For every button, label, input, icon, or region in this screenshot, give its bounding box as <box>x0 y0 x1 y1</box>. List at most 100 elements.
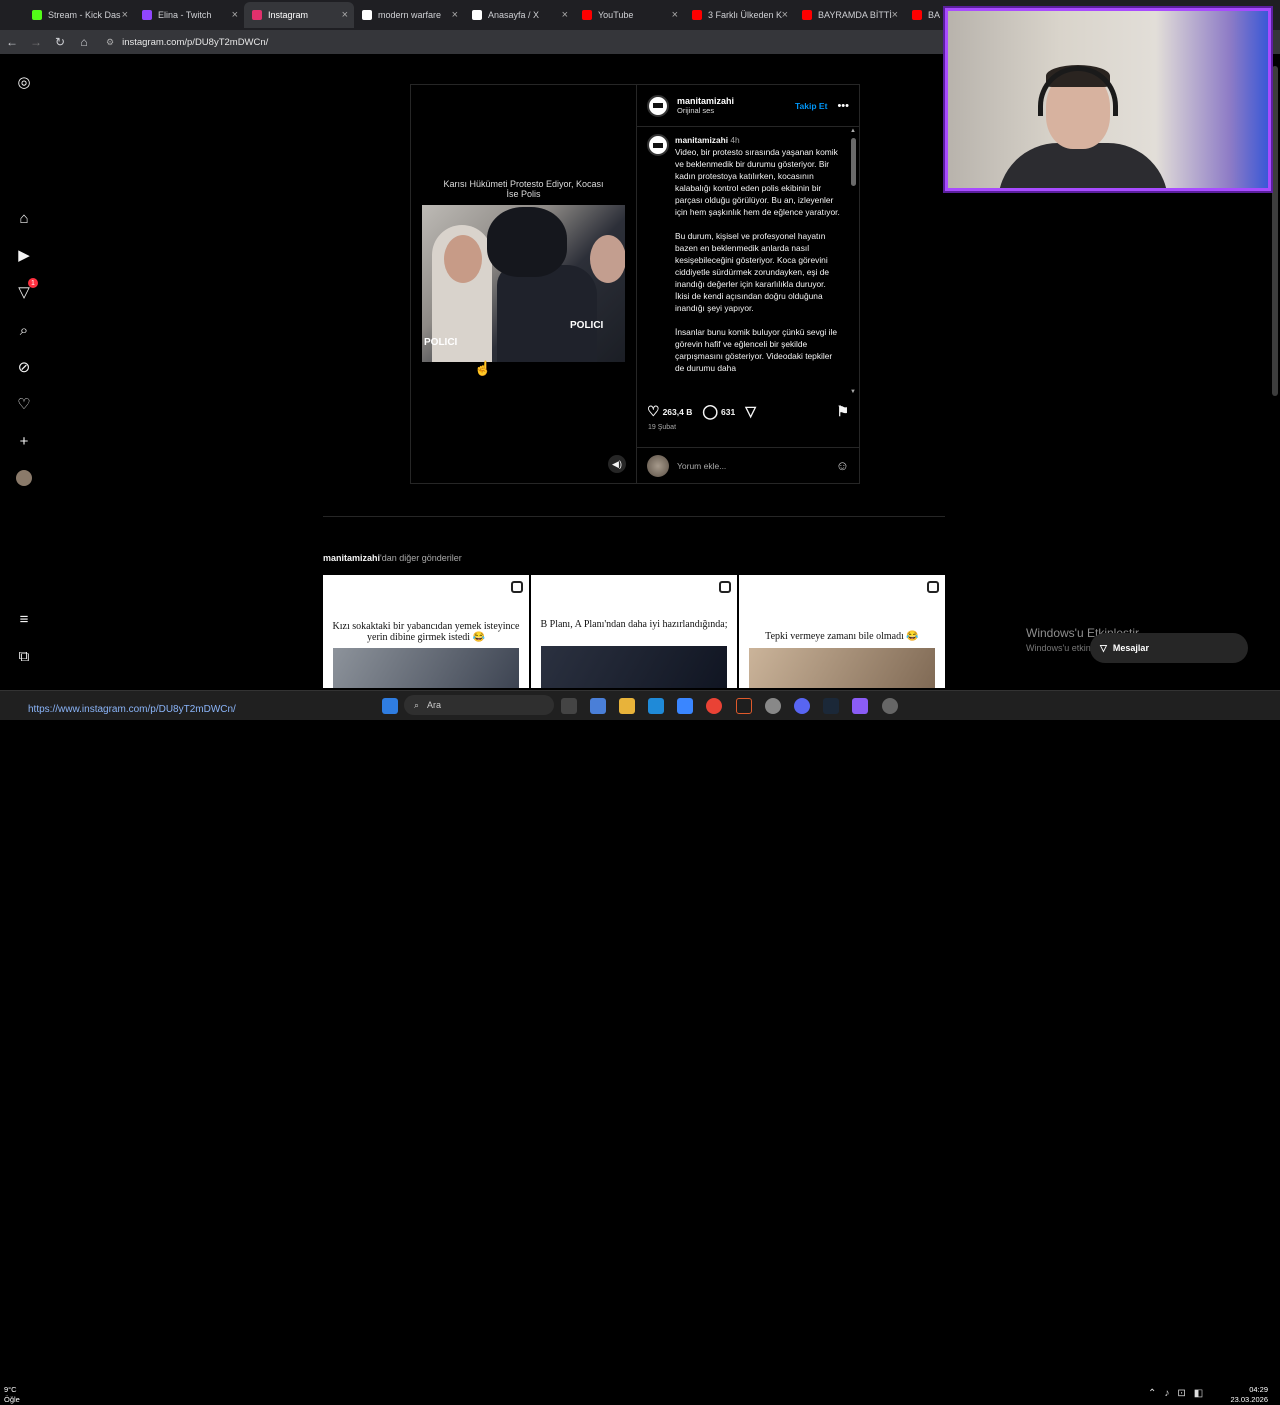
video-title: Karısı Hükümeti Protesto Ediyor, Kocası … <box>443 179 604 199</box>
scroll-down-icon[interactable]: ▼ <box>850 389 856 395</box>
taskbar-clock[interactable]: 04:29 23.03.2026 <box>1230 1385 1268 1405</box>
start-icon[interactable] <box>382 698 398 714</box>
page-scroll-thumb[interactable] <box>1272 66 1278 396</box>
create-icon[interactable]: + <box>14 431 34 451</box>
browser-tab[interactable]: modern warfare × <box>354 2 464 28</box>
close-tab-icon[interactable]: × <box>672 9 678 21</box>
app-icon[interactable] <box>852 698 868 714</box>
thumbnail-text: Kızı sokaktaki bir yabancıdan yemek iste… <box>332 621 520 643</box>
obs-like-icon[interactable] <box>736 698 752 714</box>
close-tab-icon[interactable]: × <box>122 9 128 21</box>
scroll-thumb[interactable] <box>851 138 856 186</box>
audio-label[interactable]: Orijinal ses <box>677 106 734 115</box>
browser-tab[interactable]: YouTube × <box>574 2 684 28</box>
steam-icon[interactable] <box>823 698 839 714</box>
home-icon[interactable]: ⌂ <box>72 35 96 49</box>
copilot-icon[interactable] <box>590 698 606 714</box>
close-tab-icon[interactable]: × <box>452 9 458 21</box>
post-thumbnail[interactable]: Tepki vermeye zamanı bile olmadı 😂 <box>739 575 945 688</box>
post-details-panel: manitamizahi Orijinal ses Takip Et ••• m… <box>636 85 859 483</box>
post-thumbnail[interactable]: Kızı sokaktaki bir yabancıdan yemek iste… <box>323 575 529 688</box>
messages-button[interactable]: ▽ Mesajlar <box>1090 633 1248 663</box>
file-explorer-icon[interactable] <box>619 698 635 714</box>
taskbar-search[interactable]: ⌕ Ara <box>404 695 554 715</box>
home-icon[interactable]: ⌂ <box>14 208 34 228</box>
thumbnail-image <box>749 648 935 688</box>
close-tab-icon[interactable]: × <box>892 9 898 21</box>
comment-count[interactable]: 631 <box>721 407 735 417</box>
search-icon: ⌕ <box>414 699 420 710</box>
system-tray[interactable]: ⌃♪⊡◧ <box>1148 1388 1211 1399</box>
caption-author-avatar[interactable] <box>647 134 669 156</box>
browser-tab[interactable]: Instagram × <box>244 2 354 28</box>
comment-icon[interactable]: ◯ <box>702 403 718 420</box>
author-username[interactable]: manitamizahi <box>677 96 734 106</box>
caption-area: manitamizahi 4h Video, bir protesto sıra… <box>637 128 859 395</box>
weather-widget[interactable]: 9°C Öğle <box>4 1385 20 1405</box>
video-frame[interactable]: POLICI POLICI <box>422 205 625 362</box>
weather-text: Öğle <box>4 1395 20 1404</box>
comment-input[interactable]: Yorum ekle... <box>677 461 726 471</box>
author-avatar[interactable] <box>647 94 669 117</box>
search-icon[interactable]: ⌕ <box>14 320 34 340</box>
tab-title: YouTube <box>598 10 634 20</box>
caption-scrollbar[interactable]: ▲ ▼ <box>850 128 857 395</box>
save-icon[interactable]: ⚑ <box>836 403 849 420</box>
sound-toggle-icon[interactable]: ◀) <box>608 455 626 473</box>
settings-icon[interactable] <box>765 698 781 714</box>
site-info-icon[interactable]: ⚙ <box>106 37 114 48</box>
tab-title: Anasayfa / X <box>488 10 540 20</box>
like-count[interactable]: 263,4 B <box>663 407 693 417</box>
tab-title: Elina - Twitch <box>158 10 212 20</box>
notification-badge: 1 <box>28 278 38 288</box>
like-icon[interactable]: ♡ <box>647 403 660 420</box>
follow-button[interactable]: Takip Et <box>795 101 827 111</box>
back-icon[interactable]: ← <box>0 35 24 49</box>
police-text-decal: POLICI <box>570 320 604 331</box>
forward-icon[interactable]: → <box>24 35 48 49</box>
tab-favicon-icon <box>582 10 592 20</box>
edge-icon[interactable] <box>648 698 664 714</box>
close-tab-icon[interactable]: × <box>782 9 788 21</box>
address-bar[interactable]: ⚙ instagram.com/p/DU8yT2mDWCn/ <box>106 37 268 48</box>
apps-icon[interactable]: ⧉ <box>14 646 34 666</box>
reload-icon[interactable]: ↻ <box>48 35 72 49</box>
scroll-up-icon[interactable]: ▲ <box>850 128 856 134</box>
send-icon: ▽ <box>1100 642 1107 653</box>
chrome-icon[interactable] <box>706 698 722 714</box>
close-tab-icon[interactable]: × <box>562 9 568 21</box>
reel-icon <box>511 581 523 593</box>
browser-tab[interactable]: BAYRAMDA BİTTİ × <box>794 2 904 28</box>
browser-tab[interactable]: Elina - Twitch × <box>134 2 244 28</box>
bystander-face <box>590 235 625 283</box>
post-thumbnail[interactable]: B Planı, A Planı'ndan daha iyi hazırland… <box>531 575 737 688</box>
browser-tab[interactable]: Anasayfa / X × <box>464 2 574 28</box>
direct-messages-icon[interactable]: ▽ 1 <box>14 278 38 302</box>
thumbnail-text: B Planı, A Planı'ndan daha iyi hazırland… <box>540 619 728 630</box>
more-posts-username[interactable]: manitamizahi <box>323 553 380 563</box>
tab-title: BA <box>928 10 941 20</box>
share-icon[interactable]: ▽ <box>745 403 756 420</box>
store-icon[interactable] <box>677 698 693 714</box>
close-tab-icon[interactable]: × <box>342 9 348 21</box>
page-scrollbar[interactable] <box>1270 54 1280 690</box>
heart-icon[interactable]: ♡ <box>14 394 34 414</box>
more-posts-grid: Kızı sokaktaki bir yabancıdan yemek iste… <box>323 575 945 688</box>
browser-tab[interactable]: 3 Farklı Ülkeden K × <box>684 2 794 28</box>
caption-username[interactable]: manitamizahi <box>675 135 728 145</box>
discord-icon[interactable] <box>794 698 810 714</box>
caption-time: 4h <box>730 135 740 145</box>
browser-tab[interactable]: Stream - Kick Das × <box>24 2 134 28</box>
explore-icon[interactable]: ⊘ <box>14 357 34 377</box>
task-view-icon[interactable] <box>561 698 577 714</box>
video-player[interactable]: Karısı Hükümeti Protesto Ediyor, Kocası … <box>411 85 636 483</box>
more-options-icon[interactable]: ••• <box>837 100 849 112</box>
app-icon[interactable] <box>882 698 898 714</box>
profile-avatar[interactable] <box>14 468 34 488</box>
more-posts-heading: manitamizahi'dan diğer gönderiler <box>323 553 462 563</box>
emoji-icon[interactable]: ☺ <box>836 458 849 473</box>
reels-icon[interactable]: ▶ <box>14 245 34 265</box>
menu-icon[interactable]: ≡ <box>14 609 34 629</box>
close-tab-icon[interactable]: × <box>232 9 238 21</box>
instagram-logo-icon[interactable]: ◎ <box>14 72 34 92</box>
